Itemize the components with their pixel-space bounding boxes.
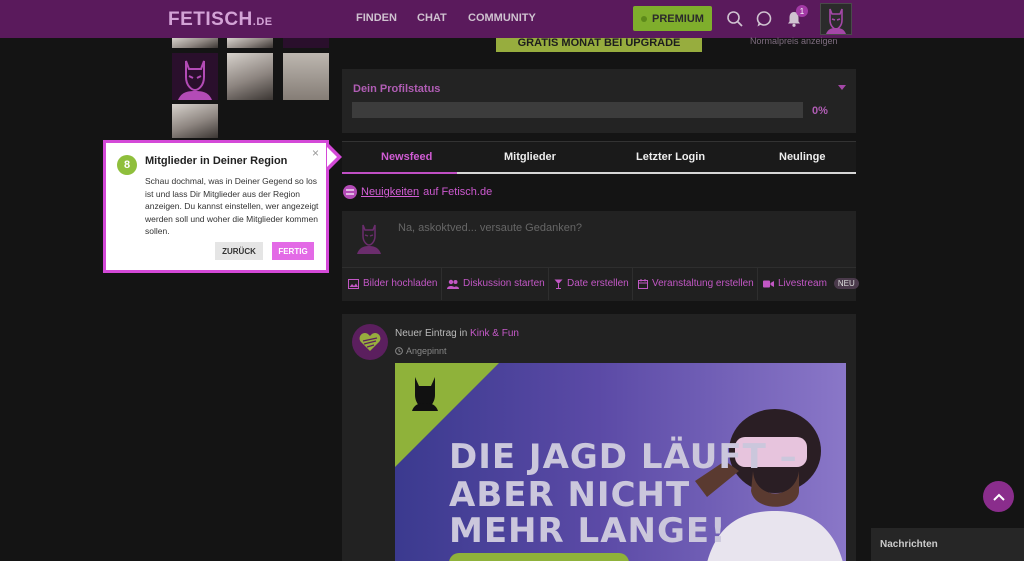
user-avatar[interactable] (820, 3, 852, 35)
news-line: Neuigkeiten auf Fetisch.de (343, 185, 492, 199)
member-thumbnail[interactable] (227, 53, 273, 100)
member-thumbnail[interactable] (227, 38, 273, 48)
premium-label: PREMIUM (652, 12, 704, 25)
premium-icon (641, 15, 648, 22)
action-label: Veranstaltung erstellen (652, 278, 754, 289)
pinned-indicator: Angepinnt (395, 346, 447, 356)
profile-progress-percent: 0% (812, 105, 828, 117)
normal-price-link[interactable]: Normalpreis anzeigen (750, 36, 838, 46)
member-thumbnail[interactable] (172, 104, 218, 138)
chat-bubble-icon[interactable] (755, 10, 773, 28)
video-icon (763, 280, 774, 287)
messages-panel[interactable]: Nachrichten (871, 528, 1024, 561)
search-icon[interactable] (726, 10, 744, 28)
notification-badge: 1 (796, 5, 808, 17)
tab-mitglieder[interactable]: Mitglieder (504, 151, 556, 163)
action-livestream[interactable]: Livestream NEU (763, 278, 859, 289)
news-link[interactable]: Neuigkeiten (361, 186, 419, 198)
banner-headline-2: ABER NICHT (449, 475, 691, 515)
divider (757, 268, 758, 300)
calendar-icon (638, 278, 648, 289)
pinned-label: Angepinnt (406, 346, 447, 356)
clock-icon (395, 347, 403, 355)
logo-text: FETISCH (168, 9, 253, 30)
divider (632, 268, 633, 300)
nav-chat[interactable]: CHAT (417, 12, 447, 24)
action-label: Date erstellen (567, 278, 629, 289)
mask-avatar-icon (357, 224, 381, 254)
premium-button[interactable]: PREMIUM (633, 6, 712, 31)
users-icon (447, 279, 459, 289)
post-title: Neuer Eintrag in Kink & Fun (395, 328, 519, 339)
tab-underline (342, 172, 856, 174)
devil-mask-icon (412, 377, 438, 411)
scroll-to-top-button[interactable] (983, 481, 1014, 512)
banner-cta-button[interactable] (449, 553, 629, 561)
action-upload-images[interactable]: Bilder hochladen (348, 278, 438, 289)
upgrade-button[interactable]: GRATIS MONAT BEI UPGRADE (496, 38, 702, 52)
action-start-discussion[interactable]: Diskussion starten (447, 278, 545, 289)
tooltip-step-number: 8 (117, 155, 137, 175)
mask-avatar-icon (178, 60, 212, 100)
divider (548, 268, 549, 300)
tab-letzter-login[interactable]: Letzter Login (636, 151, 705, 163)
tooltip-back-button[interactable]: ZURÜCK (215, 242, 263, 260)
profile-status-title[interactable]: Dein Profilstatus (353, 83, 440, 95)
logo-tld: .DE (252, 16, 273, 28)
image-icon (348, 278, 359, 289)
nav-community[interactable]: COMMUNITY (468, 12, 536, 24)
tooltip-title: Mitglieder in Deiner Region (145, 155, 288, 167)
nav-finden[interactable]: FINDEN (356, 12, 397, 24)
divider (441, 268, 442, 300)
action-create-date[interactable]: Date erstellen (554, 278, 629, 289)
member-thumbnail[interactable] (172, 53, 218, 100)
chevron-down-icon[interactable] (838, 85, 846, 90)
member-thumbnail[interactable] (283, 38, 329, 48)
new-badge: NEU (833, 278, 859, 289)
tooltip-body: Schau dochmal, was in Deiner Gegend so l… (145, 176, 319, 236)
heart-logo-icon (359, 333, 381, 351)
post-category-link[interactable]: Kink & Fun (470, 328, 519, 339)
action-label: Diskussion starten (463, 278, 545, 289)
post-banner-image[interactable]: DIE JAGD LÄUFT – ABER NICHT MEHR LANGE! (395, 363, 846, 561)
tab-neulinge[interactable]: Neulinge (779, 151, 825, 163)
banner-headline-3: MEHR LANGE! (449, 511, 727, 551)
profile-status-card (342, 69, 856, 133)
action-label: Livestream (778, 278, 827, 289)
site-logo[interactable]: FETISCH.DE (168, 9, 273, 31)
profile-progress-bar (352, 102, 803, 118)
filter-icon[interactable] (343, 185, 357, 199)
member-thumbnail[interactable] (283, 53, 329, 100)
post-avatar[interactable] (352, 324, 388, 360)
active-tab-indicator (342, 172, 457, 174)
post-prefix: Neuer Eintrag in (395, 328, 468, 339)
chevron-up-icon (992, 493, 1005, 501)
glass-icon (554, 279, 563, 289)
banner-headline-1: DIE JAGD LÄUFT – (449, 437, 798, 477)
composer-input[interactable]: Na, askoktved... versaute Gedanken? (398, 222, 582, 234)
tooltip-done-button[interactable]: FERTIG (272, 242, 314, 260)
action-label: Bilder hochladen (363, 278, 438, 289)
action-create-event[interactable]: Veranstaltung erstellen (638, 278, 754, 289)
news-suffix: auf Fetisch.de (423, 186, 493, 198)
close-icon[interactable]: × (312, 146, 319, 160)
mask-avatar-icon (826, 8, 846, 34)
tab-newsfeed[interactable]: Newsfeed (381, 151, 432, 163)
messages-title: Nachrichten (880, 539, 938, 550)
tooltip-arrow-inner (327, 147, 337, 167)
member-thumbnail[interactable] (172, 38, 218, 48)
